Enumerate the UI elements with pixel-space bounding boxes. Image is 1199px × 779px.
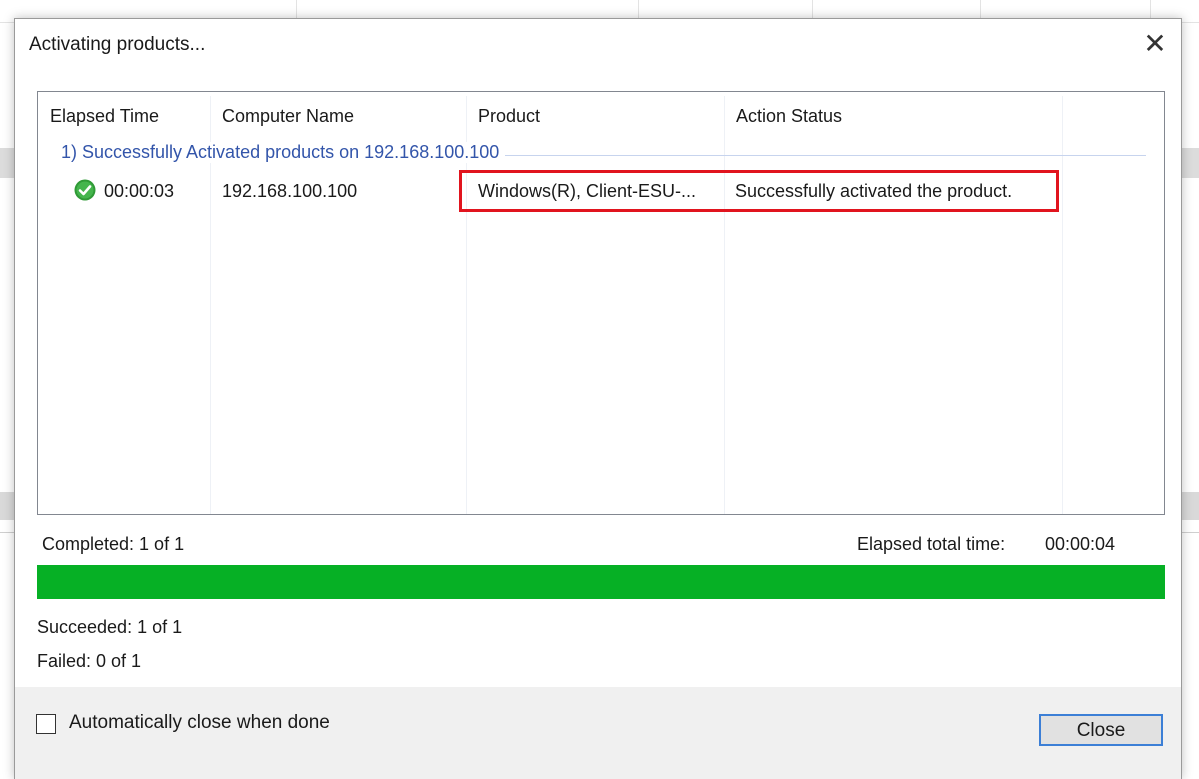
succeeded-count: Succeeded: 1 of 1 — [37, 617, 183, 637]
activating-products-dialog: Activating products... ✕ Elapsed Time Co… — [14, 18, 1182, 779]
success-check-icon — [74, 179, 96, 201]
completed-count: Completed: 1 of 1 — [42, 534, 185, 554]
column-computer-name[interactable]: Computer Name — [210, 92, 466, 138]
cell-elapsed-time: 00:00:03 — [104, 181, 175, 201]
table-row[interactable]: 00:00:03 192.168.100.100 Windows(R), Cli… — [38, 174, 1164, 208]
auto-close-checkbox[interactable] — [36, 714, 56, 734]
progress-fill — [37, 565, 1165, 599]
activation-progress-bar — [37, 565, 1165, 599]
elapsed-total-label: Elapsed total time: — [857, 534, 1006, 554]
column-product[interactable]: Product — [466, 92, 724, 138]
cell-computer-name: 192.168.100.100 — [222, 181, 358, 201]
background-selected-row — [1182, 148, 1199, 178]
close-icon[interactable]: ✕ — [1143, 30, 1167, 58]
background-scrollbar — [1182, 492, 1199, 520]
background-selected-row — [0, 148, 14, 178]
cell-product: Windows(R), Client-ESU-... — [478, 181, 697, 201]
auto-close-label[interactable]: Automatically close when done — [69, 712, 330, 734]
elapsed-total-value: 00:00:04 — [1045, 534, 1116, 554]
column-action-status[interactable]: Action Status — [724, 92, 1062, 138]
failed-count: Failed: 0 of 1 — [37, 651, 142, 671]
column-elapsed-time[interactable]: Elapsed Time — [38, 92, 210, 138]
close-button[interactable]: Close — [1039, 714, 1163, 746]
background-divider — [1182, 532, 1199, 533]
background-divider — [0, 532, 14, 533]
dialog-button-bar: Automatically close when done Close — [15, 687, 1181, 779]
group-label: 1) Successfully Activated products on 19… — [61, 142, 506, 163]
dialog-title: Activating products... — [29, 34, 206, 55]
background-scrollbar — [0, 492, 14, 520]
list-column-header: Elapsed Time Computer Name Product Actio… — [38, 92, 1164, 138]
activation-results-list[interactable]: Elapsed Time Computer Name Product Actio… — [37, 91, 1165, 515]
group-header: 1) Successfully Activated products on 19… — [61, 142, 1146, 168]
cell-action-status: Successfully activated the product. — [735, 181, 1013, 201]
